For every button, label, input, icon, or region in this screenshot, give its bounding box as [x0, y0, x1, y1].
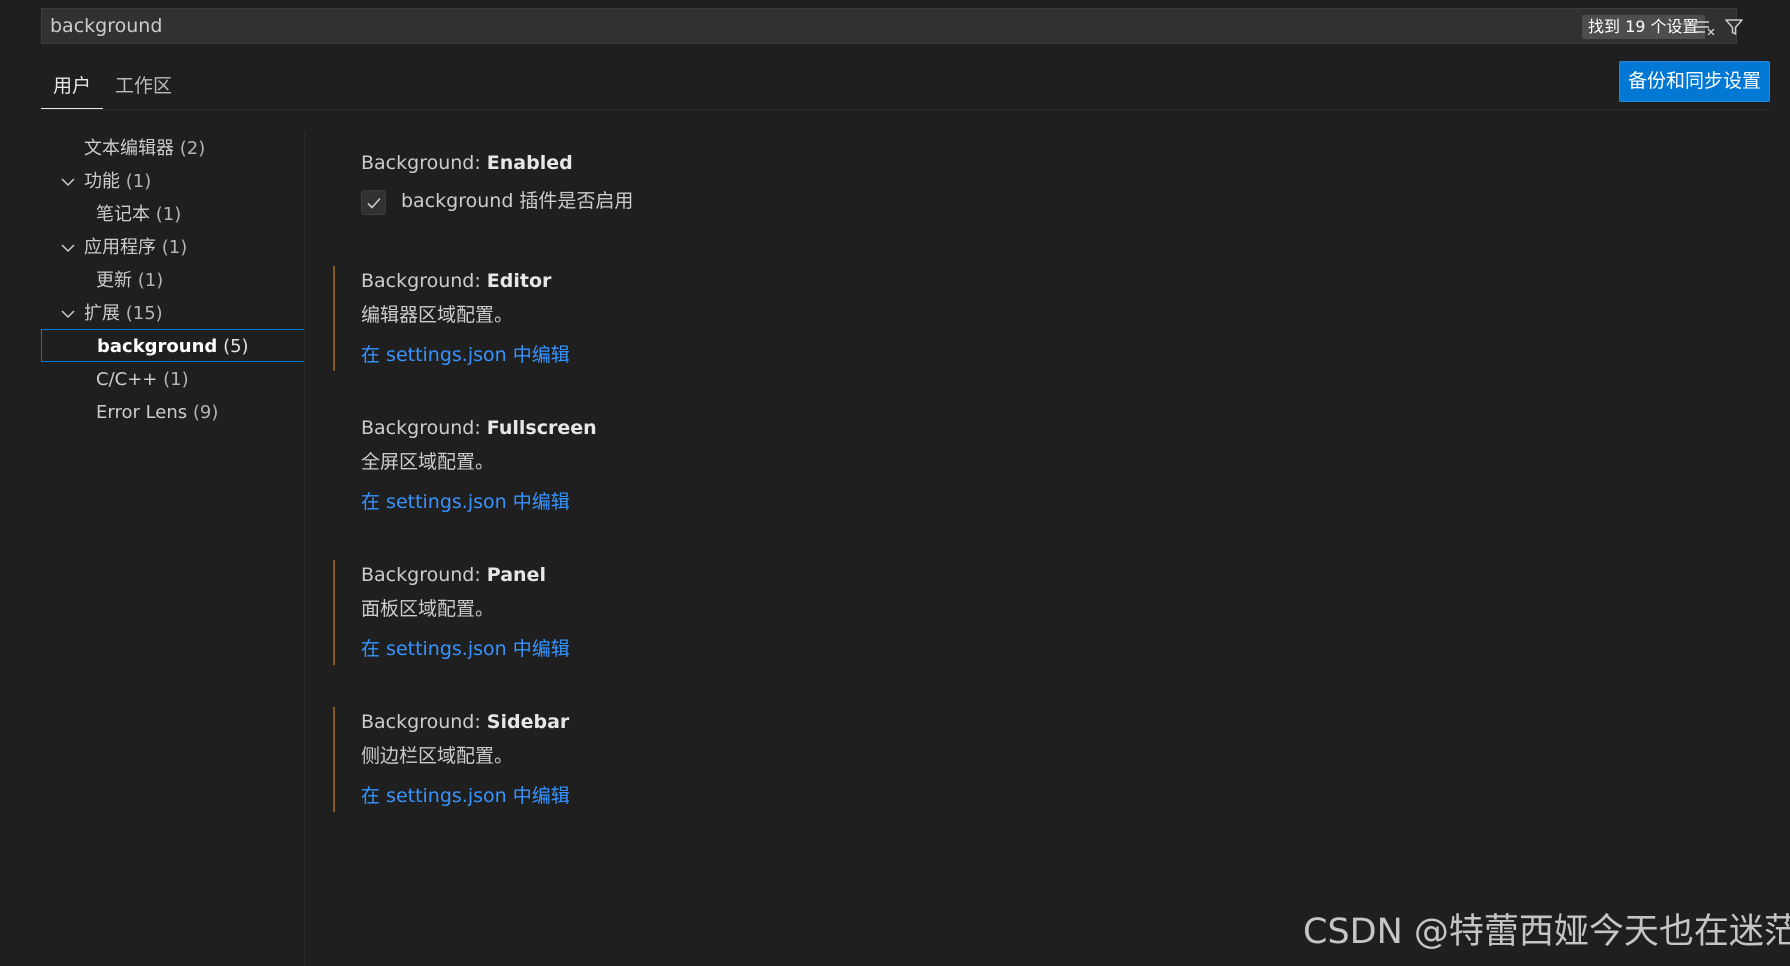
toc-item-name: 应用程序	[84, 237, 156, 258]
toc-item-name: 更新	[96, 270, 132, 291]
edit-in-settings-json-link[interactable]: 在 settings.json 中编辑	[361, 634, 570, 664]
edit-in-settings-json-link[interactable]: 在 settings.json 中编辑	[361, 487, 570, 517]
setting-category: Background:	[361, 564, 487, 586]
toc-item-count: (1)	[161, 237, 188, 258]
toc-item-count: (1)	[137, 270, 164, 291]
toc-item-label: background (5)	[97, 330, 249, 363]
setting-title: Background: Panel	[361, 560, 546, 590]
setting-category: Background:	[361, 711, 487, 733]
toc-item-label: 更新 (1)	[96, 264, 163, 297]
setting-category: Background:	[361, 417, 487, 439]
backup-sync-button[interactable]: 备份和同步设置	[1619, 61, 1770, 102]
tab-workspace[interactable]: 工作区	[103, 62, 184, 108]
toc-item-name: 扩展	[84, 303, 120, 324]
toc-item-label: 笔记本 (1)	[96, 198, 181, 231]
filter-icon[interactable]	[1721, 14, 1747, 40]
setting-key: Editor	[486, 270, 552, 292]
setting-description: 面板区域配置。	[361, 598, 495, 620]
edit-in-settings-json-link[interactable]: 在 settings.json 中编辑	[361, 781, 570, 811]
toc-item-count: (1)	[125, 171, 152, 192]
setting-background-fullscreen: Background: Fullscreen 全屏区域配置。 在 setting…	[345, 413, 1725, 518]
toc-item-label: 文本编辑器 (2)	[84, 132, 205, 165]
setting-background-sidebar: Background: Sidebar 侧边栏区域配置。 在 settings.…	[333, 707, 1725, 812]
toc-item-text-editor[interactable]: 文本编辑器 (2)	[41, 132, 305, 165]
setting-description: 编辑器区域配置。	[361, 304, 514, 326]
setting-key: Fullscreen	[486, 417, 597, 439]
toc-divider	[304, 132, 305, 966]
setting-title: Background: Fullscreen	[361, 413, 597, 443]
chevron-down-icon[interactable]	[60, 240, 76, 256]
settings-search-input[interactable]	[50, 9, 1450, 43]
toc-item-cpp[interactable]: C/C++ (1)	[41, 363, 305, 396]
tabs-divider	[41, 109, 1771, 110]
toc-item-extensions[interactable]: 扩展 (15)	[41, 297, 305, 330]
toc-item-label: Error Lens (9)	[96, 396, 218, 429]
settings-search-bar: 找到 19 个设置	[41, 8, 1743, 44]
modified-indicator	[333, 707, 335, 812]
toc-item-count: (5)	[223, 336, 249, 357]
toc-item-application[interactable]: 应用程序 (1)	[41, 231, 305, 264]
toc-item-name: 笔记本	[96, 204, 150, 225]
toc-item-label: 功能 (1)	[84, 165, 151, 198]
setting-background-enabled: Background: Enabled background 插件是否启用	[345, 148, 1725, 238]
toc-item-name: background	[97, 336, 218, 357]
setting-background-editor: Background: Editor 编辑器区域配置。 在 settings.j…	[333, 266, 1725, 371]
toc-item-name: Error Lens	[96, 402, 188, 423]
setting-title: Background: Sidebar	[361, 707, 569, 737]
setting-checkbox-label[interactable]: background 插件是否启用	[401, 186, 633, 216]
toc-item-count: (1)	[155, 204, 182, 225]
toc-item-label: 应用程序 (1)	[84, 231, 187, 264]
toc-item-count: (15)	[125, 303, 163, 324]
toc-item-count: (9)	[192, 402, 219, 423]
toc-item-label: 扩展 (15)	[84, 297, 163, 330]
tab-user[interactable]: 用户	[41, 62, 104, 110]
setting-category: Background:	[361, 152, 487, 174]
setting-title: Background: Enabled	[361, 148, 573, 178]
setting-background-panel: Background: Panel 面板区域配置。 在 settings.jso…	[333, 560, 1725, 665]
toc-item-count: (2)	[179, 138, 206, 159]
modified-indicator	[333, 266, 335, 371]
toc-item-count: (1)	[163, 369, 189, 390]
search-result-count: 找到 19 个设置	[1582, 15, 1705, 39]
toc-item-name: 功能	[84, 171, 120, 192]
toc-item-name: 文本编辑器	[84, 138, 174, 159]
toc-item-background[interactable]: background (5)	[41, 329, 305, 362]
setting-key: Enabled	[486, 152, 573, 174]
setting-title: Background: Editor	[361, 266, 551, 296]
toc-item-update[interactable]: 更新 (1)	[41, 264, 305, 297]
settings-editor: 找到 19 个设置 用户 工作区 备份和同步设置 文本编辑器 (2)	[0, 0, 1790, 966]
setting-key: Panel	[486, 564, 546, 586]
toc-item-error-lens[interactable]: Error Lens (9)	[41, 396, 305, 429]
toc-item-label: C/C++ (1)	[96, 363, 189, 396]
modified-indicator	[333, 560, 335, 665]
chevron-down-icon[interactable]	[60, 174, 76, 190]
edit-in-settings-json-link[interactable]: 在 settings.json 中编辑	[361, 340, 570, 370]
toc-item-features[interactable]: 功能 (1)	[41, 165, 305, 198]
toc-item-name: C/C++	[96, 369, 158, 390]
toc-item-notebook[interactable]: 笔记本 (1)	[41, 198, 305, 231]
setting-description: 侧边栏区域配置。	[361, 745, 514, 767]
watermark-text: CSDN @特蕾西娅今天也在迷茫	[1303, 912, 1790, 952]
setting-category: Background:	[361, 270, 487, 292]
setting-enabled-checkbox[interactable]	[361, 190, 386, 215]
setting-key: Sidebar	[486, 711, 570, 733]
setting-description: 全屏区域配置。	[361, 451, 495, 473]
chevron-down-icon[interactable]	[60, 306, 76, 322]
check-icon	[366, 197, 381, 209]
clear-filter-icon[interactable]	[1692, 14, 1718, 40]
